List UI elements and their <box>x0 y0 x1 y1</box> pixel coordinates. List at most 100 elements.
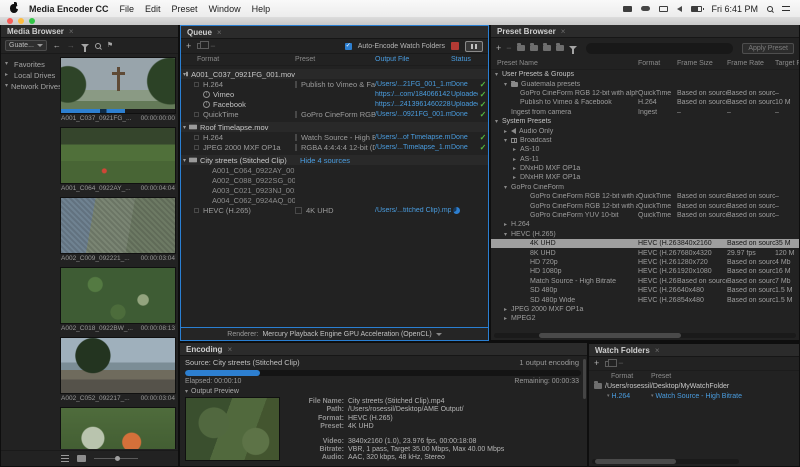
format-value[interactable]: HEVC (H.265) <box>203 206 251 215</box>
media-browser-header[interactable]: Media Browser × <box>1 25 178 38</box>
queue-row[interactable]: A001_C064_0922AY_001 <box>181 165 488 175</box>
queue-row[interactable]: Facebook https:/...24139614602283 Upload… <box>181 99 488 109</box>
horizontal-scrollbar[interactable] <box>592 459 739 464</box>
search-icon[interactable] <box>95 43 101 49</box>
menu-item[interactable]: File <box>120 4 135 14</box>
list-view-icon[interactable] <box>61 455 69 462</box>
disclosure-icon[interactable]: ▾ <box>504 231 511 238</box>
preset-row[interactable]: HD 1080p HEVC (H.265) 1920x1080 Based on… <box>491 267 799 276</box>
watch-folder-row[interactable]: /Users/rosessil/Desktop/MyWatchFolder <box>589 381 799 391</box>
preset-row[interactable]: ▾ System Presets <box>491 117 799 126</box>
horizontal-scrollbar[interactable] <box>494 333 796 338</box>
tree-item[interactable]: ▾ Network Drives <box>5 81 58 92</box>
disclosure-icon[interactable]: ▾ <box>504 81 511 88</box>
spotlight-search-icon[interactable] <box>767 6 773 12</box>
watch-preset-value[interactable]: Watch Source - High Bitrate <box>656 393 743 400</box>
clip-item[interactable] <box>60 407 176 449</box>
preset-row[interactable]: ▾ GoPro CineForm <box>491 183 799 192</box>
output-preview-label[interactable]: Output Preview <box>191 388 239 395</box>
close-panel-icon[interactable]: × <box>69 27 74 36</box>
slider-knob[interactable] <box>115 456 120 461</box>
close-panel-icon[interactable]: × <box>655 346 660 355</box>
preset-row[interactable]: GoPro CineForm RGB 12-bit with alpha Qui… <box>491 192 799 201</box>
queue-row[interactable]: H.264 Watch Source - High Bitr... /Users… <box>181 132 488 142</box>
disclosure-icon[interactable]: ▾ <box>504 137 511 144</box>
output-checkbox[interactable] <box>194 145 199 150</box>
scrollbar-thumb[interactable] <box>539 333 681 338</box>
clip-thumbnail[interactable] <box>60 127 176 184</box>
format-value[interactable]: JPEG 2000 MXF OP1a <box>203 143 281 152</box>
output-file-link[interactable]: /Users/...Timelapse_1.mxf <box>375 144 451 151</box>
preset-row[interactable]: Ingest from camera Ingest – – – <box>491 108 799 117</box>
preset-row[interactable]: ▸ MPEG2 <box>491 314 799 323</box>
output-file-link[interactable]: /Users/...21FG_001_1.mp4 <box>375 81 451 88</box>
column-preset[interactable]: Preset <box>295 56 375 63</box>
clip-item[interactable]: A001_C037_0921FG_... 00:00:00:00 <box>60 57 176 123</box>
preset-row[interactable]: SD 480p HEVC (H.265) 640x480 Based on so… <box>491 286 799 295</box>
preset-value[interactable]: Publish to Vimeo & Face... <box>301 80 375 89</box>
queue-row[interactable]: JPEG 2000 MXF OP1a RGBA 4:4:4:4 12-bit (… <box>181 142 488 152</box>
disclosure-icon[interactable]: ▸ <box>5 70 11 81</box>
preset-row[interactable]: ▸ H.264 <box>491 220 799 229</box>
column-output[interactable]: Output File <box>375 56 451 63</box>
new-group-icon[interactable] <box>517 45 525 51</box>
preset-row[interactable]: ▾ Broadcast <box>491 136 799 145</box>
preset-row[interactable]: 8K UHD HEVC (H.265) 7680x4320 29.97 fps … <box>491 248 799 257</box>
queue-row[interactable]: QuickTime GoPro CineForm RGB 12... /User… <box>181 109 488 119</box>
output-file-link[interactable]: https:/...com/184066142 <box>375 91 451 98</box>
disclosure-icon[interactable]: ▾ <box>495 71 502 78</box>
clip-thumbnail[interactable] <box>60 57 176 114</box>
cloud-status-icon[interactable] <box>641 6 650 11</box>
column-target-rate[interactable]: Target R <box>775 60 799 67</box>
apply-preset-button[interactable]: Apply Preset <box>742 43 794 54</box>
close-panel-icon[interactable]: × <box>561 27 566 36</box>
watch-folder-output-row[interactable]: ▾ H.264 ▾ Watch Source - High Bitrate <box>589 391 799 401</box>
disclosure-icon[interactable]: ▸ <box>504 306 511 313</box>
forward-icon[interactable]: → <box>67 42 75 50</box>
watch-folder-path[interactable]: /Users/rosessil/Desktop/MyWatchFolder <box>605 383 729 390</box>
menu-item[interactable]: Window <box>209 4 241 14</box>
clip-thumbnail[interactable] <box>60 337 176 394</box>
scrollbar-thumb[interactable] <box>595 459 676 464</box>
column-frame-size[interactable]: Frame Size <box>677 60 727 67</box>
filter-icon[interactable] <box>81 44 89 48</box>
preset-row[interactable]: ▸ DNxHR MXF OP1a <box>491 173 799 182</box>
preset-value[interactable]: 4K UHD <box>306 206 334 215</box>
tree-item[interactable]: ▾ Favorites <box>5 59 58 70</box>
preset-settings-icon[interactable] <box>530 45 538 51</box>
output-file-link[interactable]: /Users/...of Timelapse.mp4 <box>375 134 451 141</box>
hide-sources-link[interactable]: Hide 4 sources <box>300 156 350 165</box>
clip-item[interactable]: A002_C052_092217_... 00:00:03:04 <box>60 337 176 403</box>
menu-item[interactable]: Help <box>252 4 271 14</box>
queue-row[interactable]: A003_C021_0923NJ_001 <box>181 185 488 195</box>
encoding-header[interactable]: Encoding × <box>180 343 587 356</box>
queue-row[interactable]: H.264 Publish to Vimeo & Face... /Users/… <box>181 79 488 89</box>
disclosure-icon[interactable]: ▸ <box>504 128 511 135</box>
clip-thumbnail[interactable] <box>60 407 176 449</box>
queue-row[interactable]: HEVC (H.265) 4K UHD /Users/...titched Cl… <box>181 205 488 215</box>
watch-folders-header[interactable]: Watch Folders × <box>589 344 799 357</box>
add-watch-folder-button[interactable]: + <box>594 359 599 368</box>
clip-item[interactable]: A001_C064_0922AY_... 00:00:04:04 <box>60 127 176 193</box>
preset-row[interactable]: GoPro CineForm RGB 12-bit with alpha (hi… <box>491 89 799 98</box>
preset-row[interactable]: Match Source - High Bitrate HEVC (H.265)… <box>491 277 799 286</box>
disclosure-icon[interactable]: ▾ <box>495 118 502 125</box>
preset-value[interactable]: RGBA 4:4:4:4 12-bit (DC... <box>301 143 375 152</box>
clip-thumbnail[interactable] <box>60 197 176 254</box>
back-icon[interactable]: ← <box>53 42 61 50</box>
column-frame-rate[interactable]: Frame Rate <box>727 60 775 67</box>
preset-row[interactable]: 4K UHD HEVC (H.265) 3840x2160 Based on s… <box>491 239 799 248</box>
disclosure-icon[interactable]: ▸ <box>513 156 520 163</box>
queue-row[interactable]: ▾ City streets (Stitched Clip) Hide 4 so… <box>181 155 488 165</box>
preset-row[interactable]: Publish to Vimeo & Facebook H.264 Based … <box>491 98 799 107</box>
export-preset-icon[interactable] <box>556 45 564 51</box>
chevron-down-icon[interactable]: ▾ <box>651 393 654 399</box>
disclosure-icon[interactable]: ▾ <box>5 59 11 70</box>
duplicate-button[interactable] <box>197 43 204 49</box>
menu-bar-clock[interactable]: Fri 6:41 PM <box>711 4 758 14</box>
location-dropdown[interactable]: Guate... <box>5 40 47 51</box>
tree-item[interactable]: ▸ Local Drives <box>5 70 58 81</box>
app-menu-title[interactable]: Media Encoder CC <box>29 4 109 14</box>
menu-item[interactable]: Preset <box>172 4 198 14</box>
output-checkbox[interactable] <box>194 82 199 87</box>
